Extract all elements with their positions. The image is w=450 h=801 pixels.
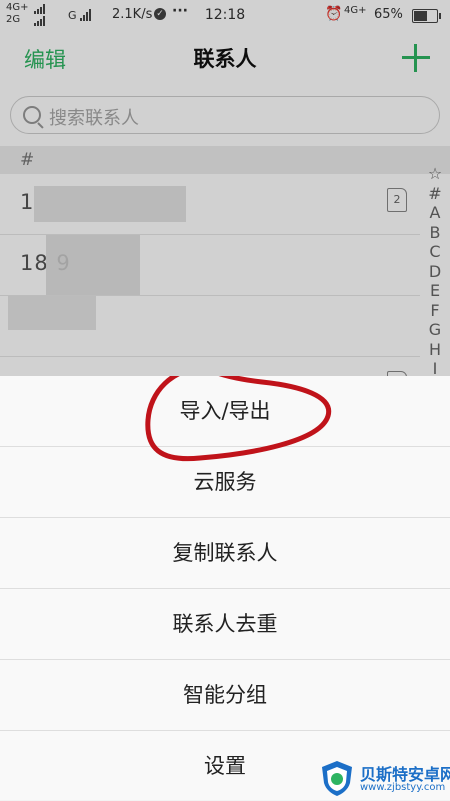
shield-logo-icon — [322, 761, 352, 796]
import-export-option[interactable]: 导入/导出 — [0, 376, 450, 446]
action-sheet: 导入/导出 云服务 复制联系人 联系人去重 智能分组 设置 — [0, 376, 450, 800]
watermark-logo: 贝斯特安卓网 www.zjbstyy.com — [318, 757, 450, 800]
copy-contacts-option[interactable]: 复制联系人 — [0, 517, 450, 588]
cloud-service-option[interactable]: 云服务 — [0, 446, 450, 517]
dim-overlay[interactable] — [0, 0, 450, 376]
smart-groups-option[interactable]: 智能分组 — [0, 659, 450, 730]
merge-duplicates-option[interactable]: 联系人去重 — [0, 588, 450, 659]
watermark-url: www.zjbstyy.com — [360, 782, 446, 793]
